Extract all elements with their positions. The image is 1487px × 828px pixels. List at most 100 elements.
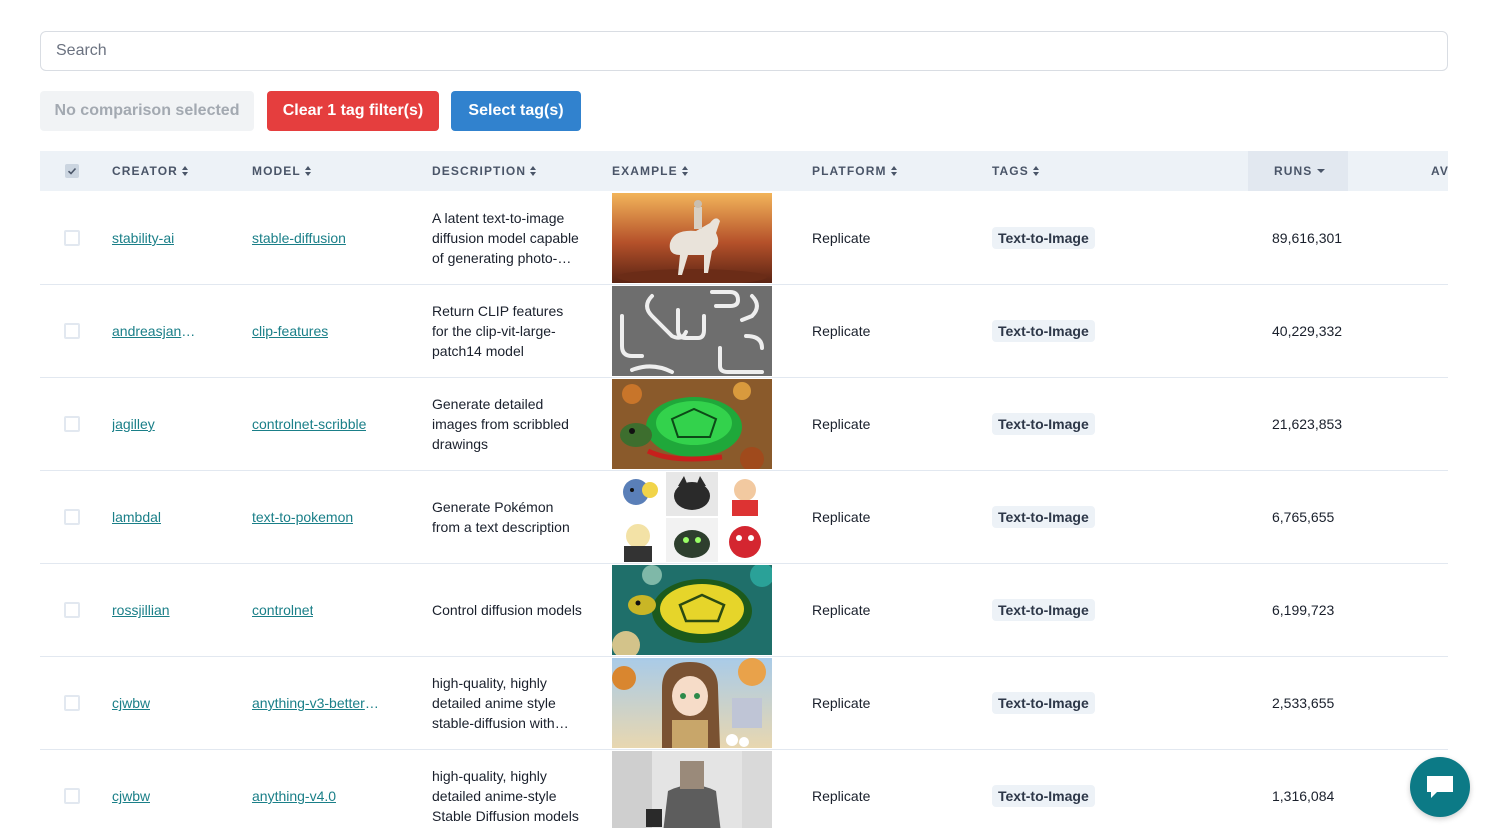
select-all-checkbox[interactable] xyxy=(65,164,79,178)
runs-value: 21,623,853 xyxy=(1272,416,1343,432)
comparison-button: No comparison selected xyxy=(40,91,254,131)
model-link[interactable]: controlnet xyxy=(252,602,313,618)
search-input[interactable] xyxy=(40,31,1448,71)
column-header-model[interactable]: MODEL xyxy=(252,151,312,191)
column-header-description[interactable]: DESCRIPTION xyxy=(432,151,537,191)
row-checkbox[interactable] xyxy=(64,788,80,804)
runs-value: 6,765,655 xyxy=(1272,509,1335,525)
description-text: Generate detailed images from scribbled … xyxy=(432,396,569,452)
pokemon-grid-image xyxy=(612,472,772,562)
platform-text: Replicate xyxy=(812,695,871,711)
anime-girl-image xyxy=(612,658,772,748)
creator-cell: cjwbw xyxy=(112,750,237,828)
chat-launcher-button[interactable] xyxy=(1410,757,1470,817)
column-label: RUNS xyxy=(1274,164,1313,178)
tag-badge[interactable]: Text-to-Image xyxy=(992,320,1095,342)
tag-badge[interactable]: Text-to-Image xyxy=(992,785,1095,807)
tag-badge[interactable]: Text-to-Image xyxy=(992,227,1095,249)
green-turtle-image xyxy=(612,379,772,469)
example-image[interactable] xyxy=(612,565,772,655)
sort-icon xyxy=(530,166,537,176)
runs-cell: 6,199,723 xyxy=(1272,564,1334,656)
tags-cell: Text-to-Image xyxy=(992,657,1095,749)
tag-badge[interactable]: Text-to-Image xyxy=(992,599,1095,621)
column-label: PLATFORM xyxy=(812,164,887,178)
column-header-tags[interactable]: TAGS xyxy=(992,151,1040,191)
creator-cell: jagilley xyxy=(112,378,237,470)
table-row: andreasjansson clip-features Return CLIP… xyxy=(40,285,1448,378)
creator-link[interactable]: andreasjansson xyxy=(112,323,202,339)
yellow-turtle-image xyxy=(612,565,772,655)
creator-cell: cjwbw xyxy=(112,657,237,749)
platform-cell: Replicate xyxy=(812,378,870,470)
creator-cell: stability-ai xyxy=(112,192,237,284)
row-checkbox[interactable] xyxy=(64,323,80,339)
column-label: EXAMPLE xyxy=(612,164,678,178)
models-table: CREATOR MODEL DESCRIPTION EXAMPLE PLATFO… xyxy=(40,151,1448,828)
column-header-creator[interactable]: CREATOR xyxy=(112,151,189,191)
row-checkbox[interactable] xyxy=(64,695,80,711)
creator-link[interactable]: cjwbw xyxy=(112,695,150,711)
column-label: DESCRIPTION xyxy=(432,164,527,178)
runs-cell: 1,316,084 xyxy=(1272,750,1334,828)
example-image[interactable] xyxy=(612,472,772,562)
creator-cell: rossjillian xyxy=(112,564,237,656)
example-image[interactable] xyxy=(612,379,772,469)
clear-tag-filter-button[interactable]: Clear 1 tag filter(s) xyxy=(267,91,439,131)
model-cell: anything-v3-better-vae xyxy=(252,657,382,749)
example-image[interactable] xyxy=(612,286,772,376)
row-checkbox[interactable] xyxy=(64,509,80,525)
example-image[interactable] xyxy=(612,751,772,828)
creator-link[interactable]: lambdal xyxy=(112,509,161,525)
description-text: A latent text-to-image diffusion model c… xyxy=(432,210,579,266)
creator-link[interactable]: stability-ai xyxy=(112,230,174,246)
description-text: high-quality, highly detailed anime styl… xyxy=(432,675,556,731)
column-header-runs[interactable]: RUNS xyxy=(1274,151,1326,191)
tag-badge[interactable]: Text-to-Image xyxy=(992,506,1095,528)
platform-text: Replicate xyxy=(812,230,871,246)
sort-icon xyxy=(890,166,898,176)
runs-value: 2,533,655 xyxy=(1272,695,1335,711)
description-text: Generate Pokémon from a text description xyxy=(432,499,570,535)
runs-value: 40,229,332 xyxy=(1272,323,1343,339)
tags-cell: Text-to-Image xyxy=(992,564,1095,656)
column-label: AV xyxy=(1431,164,1448,178)
sort-icon xyxy=(1032,166,1040,176)
platform-text: Replicate xyxy=(812,602,871,618)
creator-link[interactable]: cjwbw xyxy=(112,788,150,804)
tag-badge[interactable]: Text-to-Image xyxy=(992,692,1095,714)
column-header-av[interactable]: AV xyxy=(1431,151,1448,191)
checkmark-icon xyxy=(67,167,77,175)
sort-icon xyxy=(681,166,689,176)
platform-cell: Replicate xyxy=(812,192,870,284)
row-checkbox[interactable] xyxy=(64,230,80,246)
column-header-platform[interactable]: PLATFORM xyxy=(812,151,898,191)
row-checkbox[interactable] xyxy=(64,416,80,432)
description-cell: high-quality, highly detailed anime styl… xyxy=(432,657,582,749)
model-link[interactable]: clip-features xyxy=(252,323,328,339)
column-header-example[interactable]: EXAMPLE xyxy=(612,151,689,191)
example-image[interactable] xyxy=(612,658,772,748)
table-row: stability-ai stable-diffusion A latent t… xyxy=(40,192,1448,285)
example-image[interactable] xyxy=(612,193,772,283)
description-text: Return CLIP features for the clip-vit-la… xyxy=(432,303,564,359)
select-tags-button[interactable]: Select tag(s) xyxy=(451,91,581,131)
anime-coffee-image xyxy=(612,751,772,828)
runs-value: 1,316,084 xyxy=(1272,788,1335,804)
creator-link[interactable]: rossjillian xyxy=(112,602,170,618)
description-cell: Generate detailed images from scribbled … xyxy=(432,378,582,470)
row-checkbox[interactable] xyxy=(64,602,80,618)
description-cell: Generate Pokémon from a text description xyxy=(432,471,582,563)
model-link[interactable]: anything-v4.0 xyxy=(252,788,336,804)
model-cell: text-to-pokemon xyxy=(252,471,387,563)
model-cell: controlnet xyxy=(252,564,387,656)
tag-badge[interactable]: Text-to-Image xyxy=(992,413,1095,435)
model-link[interactable]: text-to-pokemon xyxy=(252,509,353,525)
tags-cell: Text-to-Image xyxy=(992,378,1095,470)
model-link[interactable]: stable-diffusion xyxy=(252,230,346,246)
creator-link[interactable]: jagilley xyxy=(112,416,155,432)
description-text: Control diffusion models xyxy=(432,602,582,618)
model-cell: clip-features xyxy=(252,285,387,377)
model-link[interactable]: anything-v3-better-vae xyxy=(252,695,382,711)
model-link[interactable]: controlnet-scribble xyxy=(252,416,366,432)
